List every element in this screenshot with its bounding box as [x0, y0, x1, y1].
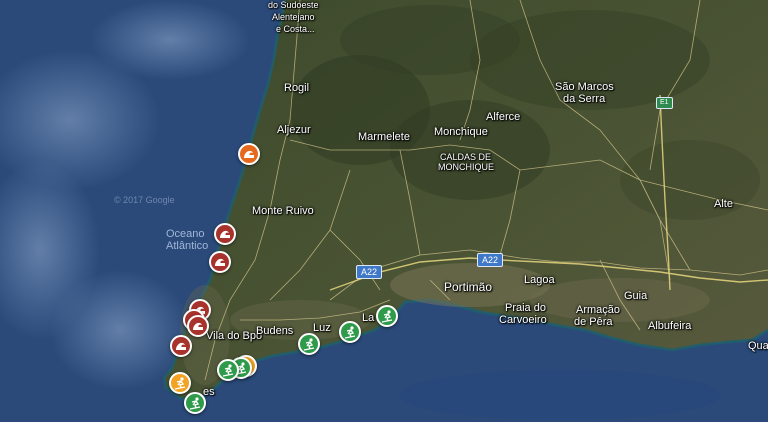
surf-school-marker[interactable]: [339, 321, 361, 343]
place-label-aljezur: Aljezur: [277, 124, 311, 136]
place-label-sao-marcos: São Marcos: [555, 81, 614, 93]
surf-spot-marker[interactable]: [238, 143, 260, 165]
place-label-marmelete: Marmelete: [358, 131, 410, 143]
place-label-praia-carvoeiro: Praia do: [505, 302, 546, 314]
park-label-3: e Costa...: [276, 24, 315, 34]
place-label-albufeira: Albufeira: [648, 320, 692, 332]
road-shield-e1: E1: [656, 97, 673, 109]
surfer-icon: [303, 338, 315, 351]
wave-icon: [244, 150, 254, 158]
place-label-quarteira: Qua: [748, 340, 768, 352]
map-credit: © 2017 Google: [114, 195, 175, 205]
place-label-rogil: Rogil: [284, 82, 310, 94]
place-label-monte-ruivo: Monte Ruivo: [252, 205, 314, 217]
surf-school-marker[interactable]: [184, 392, 206, 414]
surf-school-marker[interactable]: [169, 372, 191, 394]
place-label-alferce: Alferce: [486, 111, 521, 123]
place-label-alte: Alte: [714, 198, 733, 210]
place-label-luz: Luz: [313, 322, 331, 334]
place-label-guia: Guia: [624, 290, 648, 302]
place-label-caldas-2: MONCHIQUE: [438, 162, 494, 172]
road-shield-a22-west: A22: [356, 265, 383, 279]
satellite-map[interactable]: Oceano Atlântico © 2017 Google do Sudoes…: [0, 0, 768, 422]
wave-icon: [193, 322, 203, 330]
surf-spot-marker[interactable]: [170, 335, 192, 357]
surfer-icon: [344, 326, 356, 339]
surf-spot-marker[interactable]: [187, 315, 209, 337]
surfer-icon: [381, 310, 393, 323]
surfer-icon: [222, 364, 234, 377]
wave-icon: [215, 258, 225, 266]
place-label-budens: Budens: [256, 325, 294, 337]
surf-spot-marker[interactable]: [214, 223, 236, 245]
park-label-1: do Sudoeste: [268, 0, 319, 10]
surf-school-marker[interactable]: [376, 305, 398, 327]
park-label-2: Alentejano: [272, 12, 315, 22]
road-shield-a22-east: A22: [477, 253, 504, 267]
place-label-praia-carvoeiro-2: Carvoeiro: [499, 314, 547, 326]
place-label-armacao-2: de Pêra: [574, 316, 613, 328]
place-label-lagoa: Lagoa: [524, 274, 555, 286]
place-label-sao-marcos-2: da Serra: [563, 93, 606, 105]
place-label-caldas: CALDAS DE: [440, 152, 492, 162]
wave-icon: [176, 342, 186, 350]
surf-school-marker[interactable]: [217, 359, 239, 381]
surfer-icon: [174, 377, 186, 390]
ocean-label-2: Atlântico: [166, 240, 209, 252]
place-label-sagres: es: [203, 386, 215, 398]
place-label-armacao: Armação: [576, 304, 621, 316]
map-terrain: [0, 0, 768, 422]
surf-spot-marker[interactable]: [209, 251, 231, 273]
place-label-lagos: La: [362, 312, 375, 324]
wave-icon: [220, 230, 230, 238]
surfer-icon: [189, 397, 201, 410]
place-label-vila-do-bispo: Vila do Bpo: [206, 330, 263, 342]
place-label-monchique: Monchique: [434, 126, 488, 138]
ocean-label: Oceano: [166, 228, 205, 240]
surf-school-marker[interactable]: [298, 333, 320, 355]
place-label-portimao: Portimão: [444, 280, 493, 294]
